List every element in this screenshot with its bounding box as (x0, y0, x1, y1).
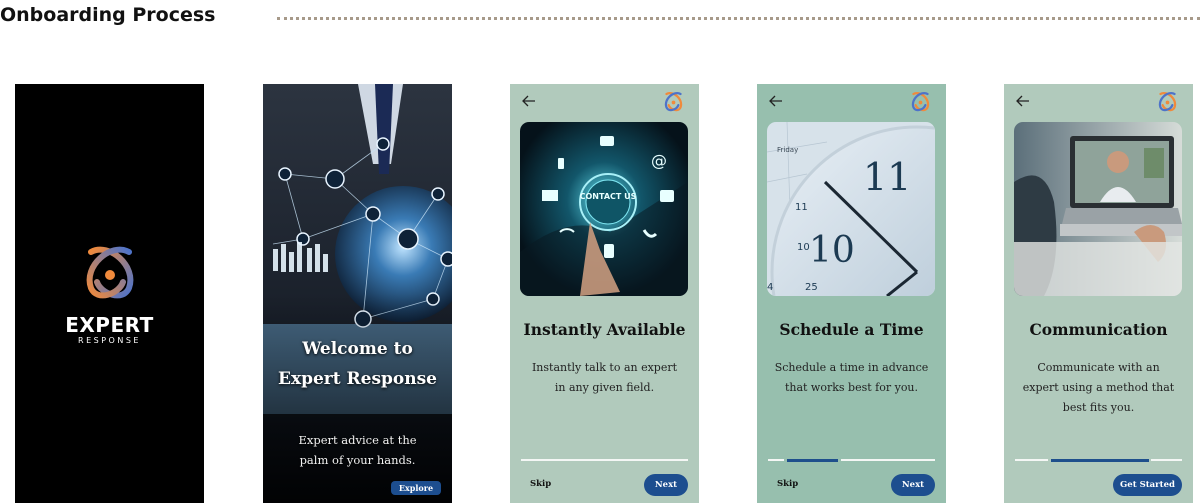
back-arrow-icon[interactable] (767, 92, 785, 110)
welcome-title: Welcome to Expert Response (277, 339, 437, 389)
get-started-button[interactable]: Get Started (1113, 474, 1182, 496)
svg-text:@: @ (651, 151, 667, 170)
explore-button[interactable]: Explore (391, 481, 441, 495)
screen-title: Instantly Available (523, 320, 686, 339)
app-logo-icon (1158, 92, 1177, 112)
calendar-day-label: Friday (777, 146, 798, 154)
contact-photo: CONTACT US @ (520, 122, 688, 296)
screen-title: Communication (1029, 320, 1168, 339)
progress-segment-active (787, 458, 838, 462)
section-title: Onboarding Process (0, 4, 216, 26)
dotted-divider (277, 17, 1200, 20)
screen-title: Schedule a Time (779, 320, 924, 339)
clock-photo: Friday 11 10 11 10 4 25 (767, 122, 935, 296)
svg-text:11: 11 (795, 202, 808, 213)
brand-name: EXPERT (65, 313, 154, 337)
progress-track (521, 459, 688, 461)
svg-text:10: 10 (797, 242, 810, 253)
welcome-screen: Welcome to Expert Response Expert advice… (263, 84, 452, 503)
app-logo-icon (664, 92, 683, 112)
video-call-photo (1014, 122, 1182, 296)
onboarding-progress (1015, 458, 1182, 462)
welcome-tagline: Expert advice at the palm of your hands. (298, 433, 417, 467)
onboarding-screen-communication: Communication Communicate with an expert… (1004, 84, 1193, 503)
screen-description: Communicate with an expert using a metho… (1022, 361, 1175, 414)
onboarding-progress (521, 459, 688, 462)
onboarding-progress (768, 458, 935, 462)
progress-segment (841, 459, 935, 461)
svg-text:11: 11 (863, 155, 911, 199)
svg-text:10: 10 (809, 230, 855, 271)
app-logo-icon (911, 92, 930, 112)
onboarding-screen-schedule: Friday 11 10 11 10 4 25 Schedule a Time … (757, 84, 946, 503)
progress-segment (1151, 459, 1182, 461)
onboarding-screen-instant: CONTACT US @ Instantly Available Instant… (510, 84, 699, 503)
progress-segment (768, 459, 784, 461)
svg-text:25: 25 (805, 282, 818, 293)
expert-response-logo-icon (86, 246, 134, 299)
screen-description: Schedule a time in advance that works be… (774, 361, 929, 394)
skip-link[interactable]: Skip (530, 479, 551, 489)
skip-link[interactable]: Skip (777, 479, 798, 489)
splash-screen: EXPERT RESPONSE (15, 84, 204, 503)
next-button[interactable]: Next (891, 474, 935, 496)
progress-segment (1015, 459, 1048, 461)
progress-segment-active (1051, 458, 1149, 462)
next-button[interactable]: Next (644, 474, 688, 496)
screen-description: Instantly talk to an expert in any given… (531, 361, 678, 394)
back-arrow-icon[interactable] (520, 92, 538, 110)
brand-subtitle: RESPONSE (78, 336, 141, 345)
back-arrow-icon[interactable] (1014, 92, 1032, 110)
svg-text:4: 4 (767, 282, 773, 293)
contact-us-label: CONTACT US (580, 192, 637, 201)
